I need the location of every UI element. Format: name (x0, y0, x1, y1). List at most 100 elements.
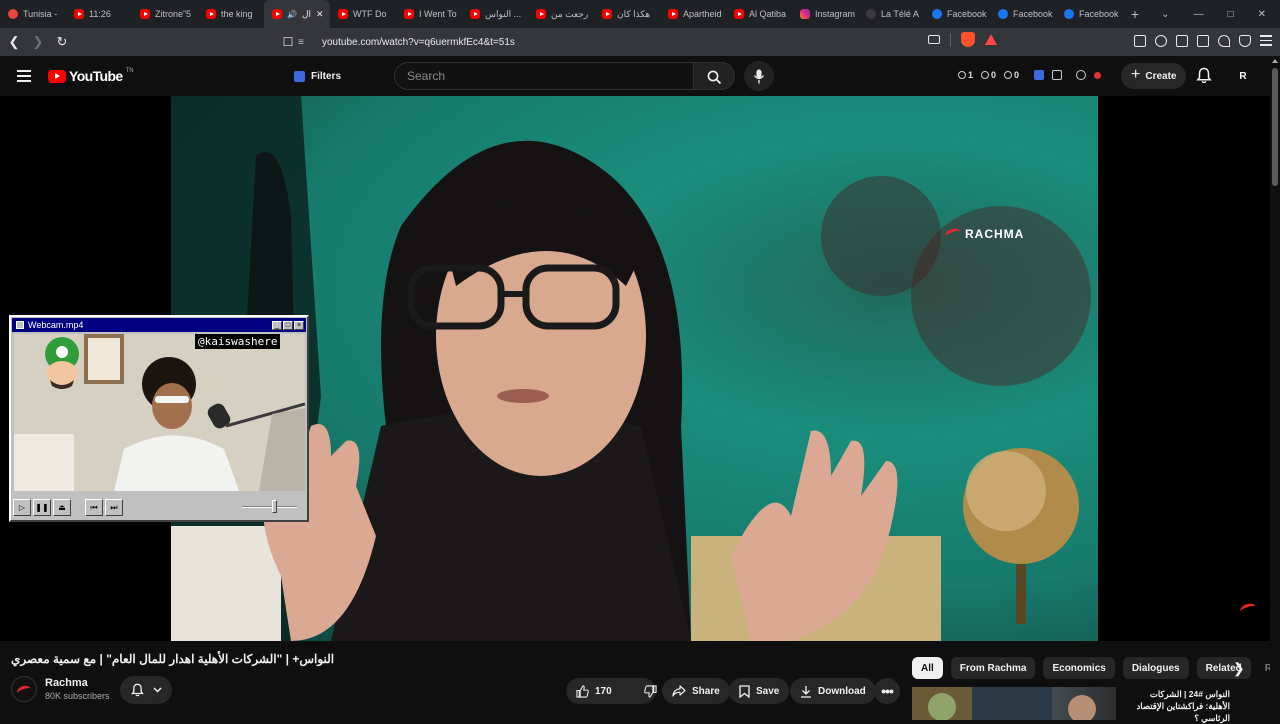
site-info-icon[interactable]: ≡ (298, 37, 314, 48)
more-actions-button[interactable]: ••• (874, 678, 900, 704)
chevron-right-icon[interactable]: ❯ (1233, 660, 1245, 677)
new-tab-button[interactable]: + (1122, 6, 1148, 22)
cast-icon[interactable] (928, 35, 940, 44)
browser-tab[interactable]: Al Qatiba (726, 0, 792, 28)
volume-thumb[interactable] (272, 500, 277, 513)
maximize-icon[interactable]: □ (283, 320, 293, 330)
browser-tab[interactable]: رجعت من (528, 0, 594, 28)
browser-tab[interactable]: Apartheid (660, 0, 726, 28)
reload-icon[interactable]: ↻ (52, 34, 72, 50)
close-window-icon[interactable]: ✕ (1258, 9, 1266, 20)
translate-icon[interactable] (1034, 70, 1044, 80)
yt-favicon-icon (272, 9, 282, 19)
yt-favicon-icon (338, 9, 348, 19)
pause-icon[interactable]: ❚❚ (33, 498, 51, 516)
fb-favicon-icon (1064, 9, 1074, 19)
create-button[interactable]: + Create (1121, 63, 1187, 89)
wallet-icon[interactable] (1197, 35, 1209, 47)
brave-rewards-icon[interactable] (985, 34, 997, 45)
browser-tab[interactable]: La Télé A (858, 0, 924, 28)
audio-playing-icon[interactable]: 🔊 (287, 10, 297, 19)
chip-from-rachma[interactable]: From Rachma (950, 657, 1036, 679)
share-button[interactable]: Share (662, 678, 730, 704)
webcam-titlebar[interactable]: Webcam.mp4 _ □ × (12, 318, 306, 332)
brave-shield-icon[interactable] (961, 32, 975, 47)
scrollbar-thumb[interactable] (1272, 68, 1278, 186)
sidebar-icon[interactable] (1176, 35, 1188, 47)
browser-tab[interactable]: WTF Do (330, 0, 396, 28)
thumbnail-art (912, 687, 1096, 720)
vpn-icon[interactable] (1239, 35, 1251, 47)
window-app-icon (16, 321, 24, 329)
subscription-notifications-button[interactable] (120, 676, 172, 704)
forward-icon[interactable]: ❯ (28, 34, 48, 50)
leo-icon[interactable] (1218, 35, 1230, 47)
filters-button[interactable]: Filters (286, 65, 349, 87)
close-tab-icon[interactable]: ✕ (316, 9, 324, 20)
webcam-video (14, 334, 305, 491)
bell-icon (130, 683, 144, 697)
yt-favicon-icon (74, 9, 84, 19)
scroll-up-icon[interactable] (1272, 59, 1278, 63)
browser-tab[interactable]: the king (198, 0, 264, 28)
next-icon[interactable]: ⏭ (105, 498, 123, 516)
extension-stats[interactable]: 1 0 0 (958, 70, 1019, 80)
record-icon[interactable] (1094, 72, 1101, 79)
search-button[interactable] (693, 62, 735, 90)
guide-menu-icon[interactable] (17, 70, 31, 85)
notifications-button[interactable] (1196, 67, 1212, 89)
chip-dialogues[interactable]: Dialogues (1122, 657, 1189, 679)
volume-slider[interactable] (242, 500, 297, 514)
recommendation-chips: All From Rachma Economics Dialogues Rela… (912, 657, 1275, 679)
browser-tab[interactable]: Zitrone”5 (132, 0, 198, 28)
chip-all[interactable]: All (912, 657, 943, 679)
menu-icon[interactable] (1260, 35, 1272, 47)
browser-tab[interactable]: Instagram (792, 0, 858, 28)
close-icon[interactable]: × (294, 320, 304, 330)
yt-favicon-icon (602, 9, 612, 19)
address-bar[interactable]: ☐ ≡ youtube.com/watch?v=q6uermkfEc4&t=51… (278, 31, 998, 53)
browser-tab[interactable]: Facebook (990, 0, 1056, 28)
media-icon[interactable] (1155, 35, 1167, 47)
youtube-logo[interactable]: YouTube TN (48, 68, 134, 84)
tab-search-icon[interactable]: ⌄ (1161, 9, 1169, 20)
browser-tab[interactable]: Tunisia - (0, 0, 66, 28)
browser-tab[interactable]: 🔊 ال ✕ (264, 0, 330, 28)
webcam-window[interactable]: Webcam.mp4 _ □ × @kaiswashere ▷ ❚❚ ⏏ ⏮ ⏭ (9, 315, 309, 522)
ai-icon[interactable] (1076, 70, 1086, 80)
account-avatar[interactable]: R (1232, 65, 1254, 87)
browser-tab[interactable]: Facebook (1056, 0, 1122, 28)
browser-tab[interactable]: هكذا كان (594, 0, 660, 28)
browser-tab[interactable]: النواس ... (462, 0, 528, 28)
play-icon[interactable]: ▷ (13, 498, 31, 516)
back-icon[interactable]: ❮ (4, 34, 24, 50)
url-text[interactable]: youtube.com/watch?v=q6uermkfEc4&t=51s (322, 37, 515, 48)
channel-avatar[interactable] (11, 676, 37, 702)
browser-tab[interactable]: Facebook (924, 0, 990, 28)
search-input[interactable] (407, 69, 677, 83)
download-button[interactable]: Download (790, 678, 876, 704)
watermark-text: RACHMA (965, 227, 1025, 241)
like-button[interactable]: 170 (566, 678, 622, 704)
tab-title: Facebook (947, 9, 987, 19)
page-scrollbar[interactable] (1270, 56, 1280, 720)
maximize-icon[interactable]: □ (1228, 9, 1234, 20)
browser-tab[interactable]: I Went To (396, 0, 462, 28)
list-icon[interactable] (1052, 70, 1062, 80)
channel-name[interactable]: Rachma (45, 677, 110, 689)
voice-search-button[interactable] (744, 61, 774, 91)
webcam-handle-overlay: @kaiswashere (195, 334, 281, 349)
browser-tab[interactable]: 11:26 (66, 0, 132, 28)
eject-icon[interactable]: ⏏ (53, 498, 71, 516)
save-button[interactable]: Save (729, 678, 790, 704)
chip-economics[interactable]: Economics (1043, 657, 1115, 679)
minimize-icon[interactable]: _ (272, 320, 282, 330)
previous-icon[interactable]: ⏮ (85, 498, 103, 516)
recommended-video-title[interactable]: النواس #24 | الشركات الأهلية: فراكشتاين … (1124, 688, 1231, 724)
extensions-icon[interactable] (1134, 35, 1146, 47)
video-frame[interactable] (171, 96, 1098, 641)
bookmark-icon[interactable]: ☐ (278, 35, 298, 49)
recommended-video-thumbnail[interactable] (912, 687, 1116, 720)
rachma-logo-icon (943, 226, 963, 242)
minimize-icon[interactable]: — (1194, 9, 1204, 20)
